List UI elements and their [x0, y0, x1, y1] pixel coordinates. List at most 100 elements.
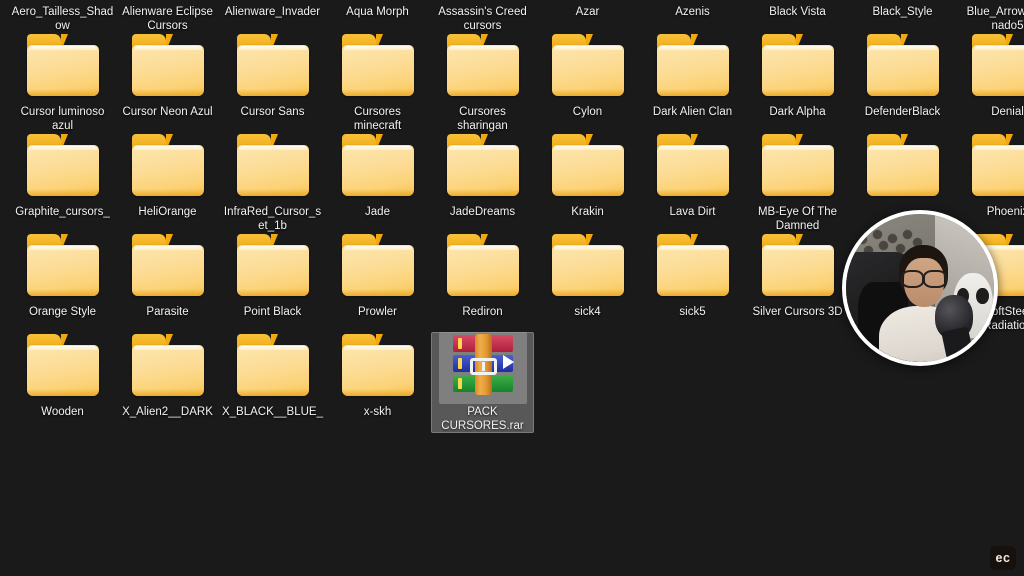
desktop-icon-folder[interactable]: x-skh [325, 332, 430, 420]
desktop-icon-label: Black_Style [872, 6, 933, 18]
desktop-icon-folder[interactable]: Cylon [535, 32, 640, 120]
desktop-icon-folder[interactable]: Cursor Neon Azul [115, 32, 220, 120]
desktop-icon-label: Cylon [572, 106, 603, 118]
desktop-icon-folder[interactable]: sick4 [535, 232, 640, 320]
folder-icon [334, 0, 422, 4]
folder-icon [544, 232, 632, 304]
desktop-icon-folder[interactable]: Cursor Sans [220, 32, 325, 120]
desktop-icon-folder[interactable]: DefenderBlack [850, 32, 955, 120]
desktop-icon-folder[interactable]: Assassin's Creed cursors [430, 0, 535, 33]
desktop-icon-label: Lava Dirt [669, 206, 716, 218]
desktop-icon-label: Rediron [462, 306, 503, 318]
webcam-person-glasses [900, 270, 947, 288]
folder-icon [544, 132, 632, 204]
desktop-icon-label: sick4 [574, 306, 601, 318]
desktop-icon-label: Krakin [571, 206, 604, 218]
desktop-icon-folder[interactable]: Prowler [325, 232, 430, 320]
desktop-icon-folder[interactable]: Black Vista [745, 0, 850, 20]
folder-icon [124, 32, 212, 104]
desktop-icon-folder[interactable]: Phoenix [955, 132, 1024, 220]
desktop-icon-folder[interactable]: Krakin [535, 132, 640, 220]
folder-icon [439, 0, 527, 4]
folder-icon [649, 0, 737, 4]
folder-icon [19, 332, 107, 404]
desktop-icon-folder[interactable]: sick5 [640, 232, 745, 320]
folder-icon [544, 0, 632, 4]
desktop-icon-folder[interactable]: Aero_Tailless_Shad ow [10, 0, 115, 33]
folder-icon [124, 0, 212, 4]
folder-icon [649, 32, 737, 104]
folder-icon [754, 232, 842, 304]
desktop-icon-folder[interactable]: Azenis [640, 0, 745, 20]
desktop-icon-folder[interactable]: Jade [325, 132, 430, 220]
folder-icon [334, 232, 422, 304]
desktop-icon-folder[interactable]: Azar [535, 0, 640, 20]
folder-icon [124, 232, 212, 304]
desktop-icon-folder[interactable]: Lava Dirt [640, 132, 745, 220]
desktop-icon-label: Orange Style [28, 306, 97, 318]
desktop-icon-folder[interactable]: Blue_Arrow_Tor nado5 [955, 0, 1024, 33]
watermark-badge: ec [990, 546, 1016, 570]
desktop-icon-folder[interactable]: Graphite_cursors_ [10, 132, 115, 220]
desktop-icon-folder[interactable]: MB-Eye Of The Damned [745, 132, 850, 233]
desktop-icon-folder[interactable]: Silver Cursors 3D [745, 232, 850, 320]
desktop-icon-folder[interactable]: Denial [955, 32, 1024, 120]
desktop-icon-folder[interactable]: InfraRed_Cursor_s et_1b [220, 132, 325, 233]
desktop-icon-folder[interactable]: Alienware_Invader [220, 0, 325, 20]
desktop-icon-label: Aqua Morph [346, 6, 409, 18]
folder-icon [229, 332, 317, 404]
desktop-icon-label: Parasite [146, 306, 189, 318]
desktop-icon-folder[interactable]: Cursores minecraft [325, 32, 430, 133]
desktop-icon-label: Point Black [243, 306, 302, 318]
desktop-icon-archive[interactable]: PACK CURSORES.rar [430, 332, 535, 433]
desktop-icon-label: PACK CURSORES.rar [441, 406, 524, 432]
desktop-icon-label: Denial [991, 106, 1024, 118]
folder-icon [19, 232, 107, 304]
desktop-icon-label: Wooden [41, 406, 84, 418]
webcam-video [846, 214, 994, 362]
desktop-icon-label: Blue_Arrow_Tor nado5 [966, 6, 1024, 32]
folder-icon [439, 32, 527, 104]
desktop-icon-folder[interactable]: X_Alien2__DARK [115, 332, 220, 420]
desktop-icon-folder[interactable]: Cursores sharingan [430, 32, 535, 133]
folder-icon [649, 232, 737, 304]
desktop-icon-folder[interactable]: X_BLACK__BLUE_ [220, 332, 325, 420]
desktop-icon-folder[interactable]: Wooden [10, 332, 115, 420]
desktop-icon-label: Black Vista [769, 6, 826, 18]
desktop-icon-label: Cursor Sans [240, 106, 305, 118]
folder-icon [649, 132, 737, 204]
folder-icon [754, 0, 842, 4]
desktop-icon-folder[interactable]: Rediron [430, 232, 535, 320]
desktop-icon-folder[interactable] [850, 132, 955, 206]
desktop-icon-folder[interactable]: JadeDreams [430, 132, 535, 220]
folder-icon [229, 232, 317, 304]
desktop-icon-folder[interactable]: Point Black [220, 232, 325, 320]
folder-icon [964, 32, 1024, 104]
desktop-icon-folder[interactable]: Dark Alien Clan [640, 32, 745, 120]
desktop-icon-folder[interactable]: Parasite [115, 232, 220, 320]
desktop-icon-folder[interactable]: HeliOrange [115, 132, 220, 220]
desktop-icon-label: Dark Alien Clan [652, 106, 733, 118]
desktop-icon-label: DefenderBlack [864, 106, 941, 118]
desktop-icon-label: Cursores sharingan [457, 106, 508, 132]
desktop-icon-folder[interactable]: Alienware Eclipse Cursors [115, 0, 220, 33]
desktop-icon-label: Graphite_cursors_ [15, 206, 110, 218]
desktop-icon-label: Jade [365, 206, 390, 218]
desktop-icon-label: Alienware_Invader [224, 6, 321, 18]
desktop-icon-folder[interactable]: Orange Style [10, 232, 115, 320]
desktop-icon-folder[interactable]: Aqua Morph [325, 0, 430, 20]
desktop-icon-folder[interactable]: Black_Style [850, 0, 955, 20]
folder-icon [964, 132, 1024, 204]
folder-icon [964, 0, 1024, 4]
desktop-background[interactable]: Aero_Tailless_Shad ow Alienware Eclipse C… [0, 0, 1024, 576]
folder-icon [859, 0, 947, 4]
folder-icon [754, 32, 842, 104]
desktop-icon-folder[interactable]: Cursor luminoso azul [10, 32, 115, 133]
folder-icon [229, 0, 317, 4]
desktop-icon-label: Cursores minecraft [353, 106, 402, 132]
desktop-icon-label: JadeDreams [449, 206, 516, 218]
desktop-icon-folder[interactable]: Dark Alpha [745, 32, 850, 120]
desktop-icon-label: X_Alien2__DARK [122, 406, 213, 418]
folder-icon [439, 232, 527, 304]
desktop-icon-label: MB-Eye Of The Damned [757, 206, 838, 232]
